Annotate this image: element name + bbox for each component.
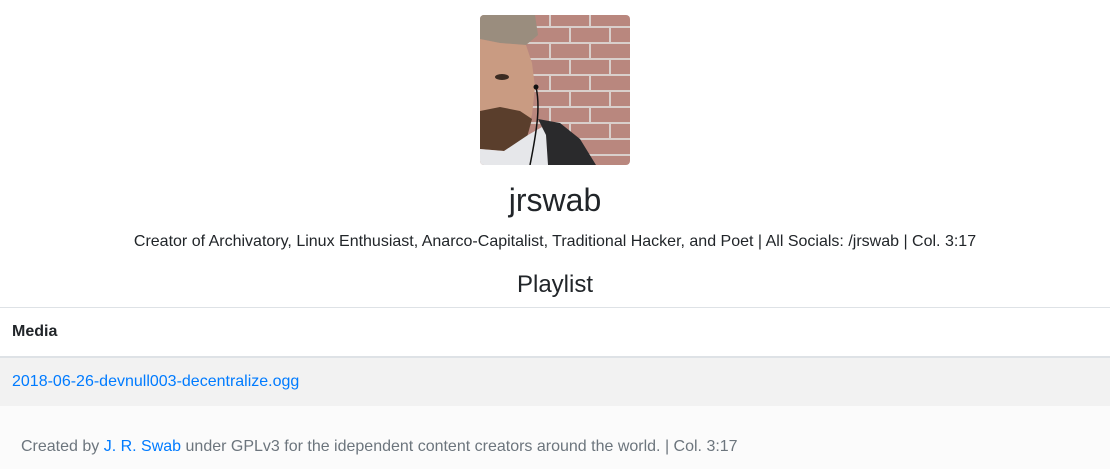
table-header-row: Media [0,307,1110,358]
footer-prefix: Created by [21,438,104,455]
avatar [480,15,630,165]
footer: Created by J. R. Swab under GPLv3 for th… [0,406,1110,469]
footer-suffix: under GPLv3 for the idependent content c… [181,438,738,455]
profile-username: jrswab [508,182,602,218]
column-header-media: Media [0,307,1110,358]
profile-bio: Creator of Archivatory, Linux Enthusiast… [133,233,977,250]
profile-header: jrswab Creator of Archivatory, Linux Ent… [0,0,1110,300]
avatar-photo-icon [480,15,630,165]
footer-author-link[interactable]: J. R. Swab [104,438,181,455]
table-row: 2018-06-26-devnull003-decentralize.ogg [0,357,1110,406]
media-file-link[interactable]: 2018-06-26-devnull003-decentralize.ogg [12,373,299,390]
media-cell: 2018-06-26-devnull003-decentralize.ogg [0,357,1110,406]
playlist-title: Playlist [516,271,594,298]
playlist-table: Media 2018-06-26-devnull003-decentralize… [0,307,1110,406]
